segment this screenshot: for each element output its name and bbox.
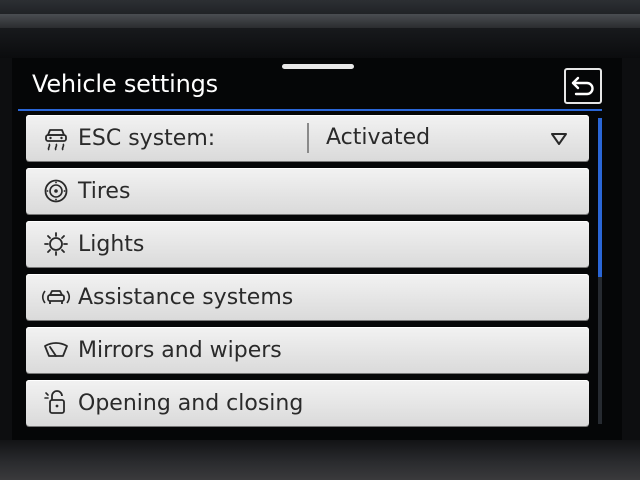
back-button[interactable] [564,68,602,104]
infotainment-screen: Vehicle settings ESC system: Activated T… [12,58,622,440]
esc-skid-car-icon [38,115,74,161]
back-arrow-icon [571,76,594,96]
device-bezel-right [622,58,640,458]
list-item-mirrors-and-wipers[interactable]: Mirrors and wipers [26,327,589,373]
device-bezel-left [0,58,12,458]
light-bulb-icon [38,221,74,267]
esc-system-label: ESC system: [78,125,216,151]
list-item-assistance-systems[interactable]: Assistance systems [26,274,589,320]
device-bezel-top [0,0,640,58]
opening-and-closing-label: Opening and closing [78,390,304,416]
row-divider [307,123,309,153]
scrollbar-thumb[interactable] [598,118,602,277]
scrollbar[interactable] [598,118,602,424]
esc-system-value[interactable]: Activated [326,115,430,161]
list-item-esc-system[interactable]: ESC system: Activated [26,115,589,161]
assist-car-icon [38,274,74,320]
title-underline [18,109,602,111]
wiper-icon [38,327,74,373]
list-item-lights[interactable]: Lights [26,221,589,267]
list-item-tires[interactable]: Tires [26,168,589,214]
lock-icon [38,380,74,426]
tire-icon [38,168,74,214]
pull-down-handle[interactable] [282,64,354,69]
page-title: Vehicle settings [32,70,218,98]
dropdown-triangle-icon[interactable] [550,131,568,150]
tires-label: Tires [78,178,131,204]
mirrors-and-wipers-label: Mirrors and wipers [78,337,282,363]
assistance-systems-label: Assistance systems [78,284,294,310]
device-bezel-bottom [0,440,640,480]
lights-label: Lights [78,231,145,257]
list-item-opening-and-closing[interactable]: Opening and closing [26,380,589,426]
